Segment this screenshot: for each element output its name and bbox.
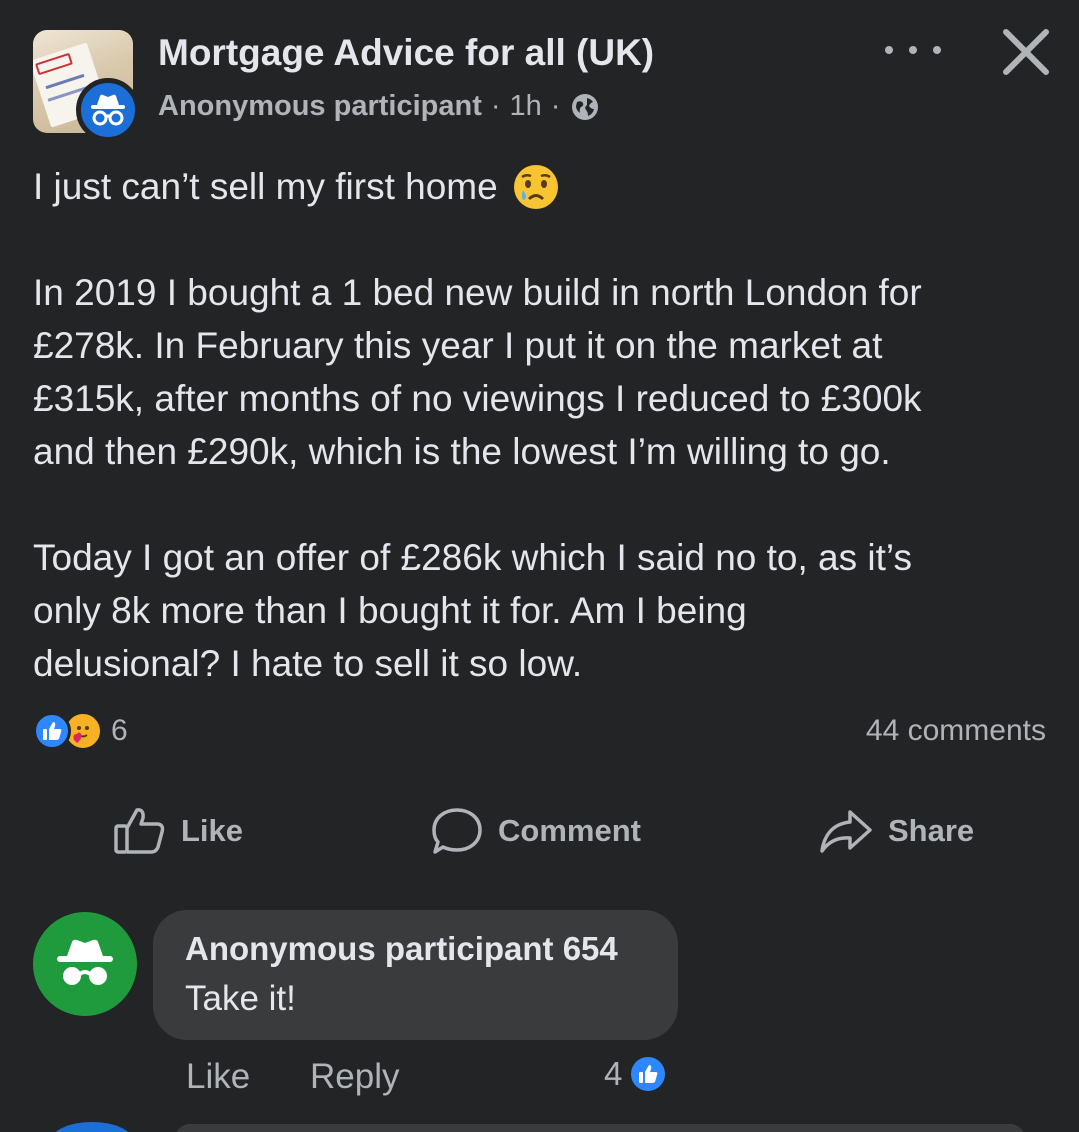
post-time[interactable]: 1h bbox=[510, 90, 542, 123]
group-name[interactable]: Mortgage Advice for all (UK) bbox=[158, 32, 654, 74]
post-actions-bar: Like Comment Share bbox=[0, 800, 1079, 862]
post-body: I just can’t sell my first home In 2019 … bbox=[33, 160, 1063, 690]
post-meta: Anonymous participant · 1h · bbox=[158, 90, 599, 123]
text-line: only 8k more than I bought it for. Am I … bbox=[33, 590, 747, 631]
reactions-summary: 6 44 comments bbox=[33, 706, 1046, 756]
comment-actions: Like Reply 4 bbox=[186, 1052, 686, 1102]
like-button[interactable]: Like bbox=[113, 800, 243, 862]
dot-icon bbox=[933, 46, 941, 54]
post-paragraph-2: In 2019 I bought a 1 bed new build in no… bbox=[33, 266, 1063, 478]
comment-bubble: Anonymous participant 654 Take it! bbox=[153, 910, 678, 1040]
meta-separator: · bbox=[490, 90, 501, 122]
share-icon bbox=[820, 810, 872, 853]
reaction-icons[interactable]: 6 bbox=[33, 711, 128, 751]
comment-like-count[interactable]: 4 bbox=[604, 1054, 669, 1094]
post-paragraph-3: Today I got an offer of £286k which I sa… bbox=[33, 531, 1063, 690]
comment-reply-button[interactable]: Reply bbox=[310, 1052, 399, 1102]
next-comment-bubble bbox=[175, 1124, 1025, 1132]
text-line: delusional? I hate to sell it so low. bbox=[33, 643, 583, 684]
text-line: £315k, after months of no viewings I red… bbox=[33, 378, 922, 419]
thumbs-up-icon bbox=[114, 808, 165, 854]
comment-button[interactable]: Comment bbox=[430, 800, 641, 862]
comment-label: Comment bbox=[498, 813, 641, 848]
post-author[interactable]: Anonymous participant bbox=[158, 90, 482, 123]
incognito-icon bbox=[57, 939, 113, 985]
text-line: In 2019 I bought a 1 bed new build in no… bbox=[33, 272, 922, 313]
dot-icon bbox=[909, 46, 917, 54]
comment-like-button[interactable]: Like bbox=[186, 1052, 250, 1102]
anonymous-avatar[interactable] bbox=[76, 78, 140, 142]
text-line: Today I got an offer of £286k which I sa… bbox=[33, 537, 912, 578]
commenter-avatar[interactable] bbox=[33, 912, 137, 1016]
reaction-count: 6 bbox=[111, 714, 128, 747]
text-line: £278k. In February this year I put it on… bbox=[33, 325, 883, 366]
post-title-line: I just can’t sell my first home bbox=[33, 160, 1063, 213]
more-options-button[interactable] bbox=[885, 36, 941, 64]
comment-text: Take it! bbox=[185, 979, 296, 1018]
post-header: Mortgage Advice for all (UK) Anonymous p… bbox=[0, 0, 1079, 150]
dot-icon bbox=[885, 46, 893, 54]
text-line: and then £290k, which is the lowest I’m … bbox=[33, 431, 891, 472]
like-reaction-icon bbox=[33, 712, 71, 750]
comment-icon bbox=[432, 808, 482, 854]
share-label: Share bbox=[888, 813, 975, 848]
crying-face-icon bbox=[512, 163, 560, 211]
comment-author[interactable]: Anonymous participant 654 bbox=[185, 928, 646, 970]
next-comment-avatar[interactable] bbox=[50, 1122, 134, 1132]
close-icon bbox=[1003, 29, 1049, 75]
globe-icon bbox=[571, 93, 599, 121]
comment-like-number: 4 bbox=[604, 1055, 623, 1092]
post-title: I just can’t sell my first home bbox=[33, 166, 498, 207]
meta-separator: · bbox=[550, 90, 561, 122]
like-reaction-icon bbox=[628, 1054, 669, 1094]
incognito-icon bbox=[91, 94, 125, 126]
like-label: Like bbox=[181, 813, 244, 848]
close-button[interactable] bbox=[1000, 26, 1052, 78]
comments-count-link[interactable]: 44 comments bbox=[866, 714, 1046, 748]
share-button[interactable]: Share bbox=[818, 800, 974, 862]
